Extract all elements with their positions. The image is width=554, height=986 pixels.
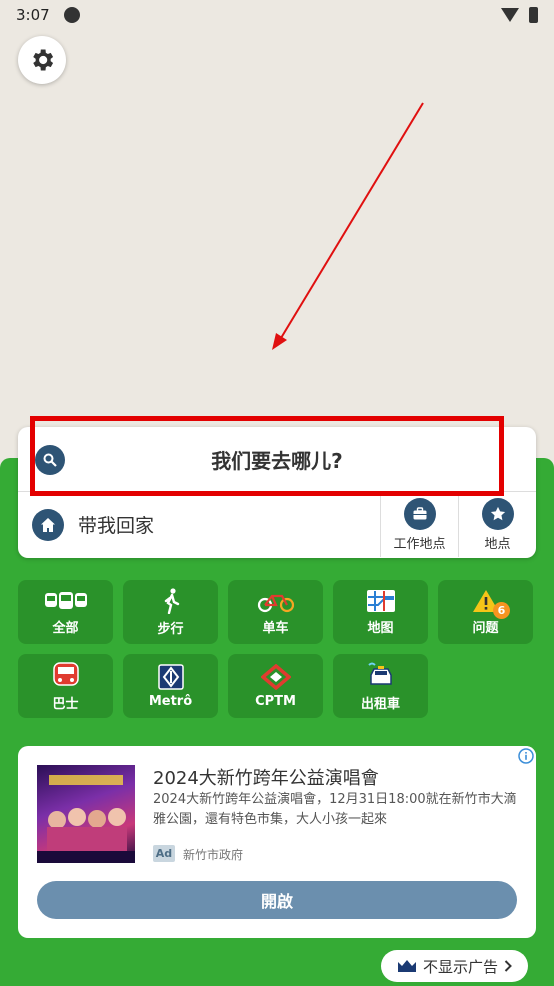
bus-icon (52, 661, 79, 686)
places-shortcut-button[interactable]: 地点 (458, 492, 536, 557)
mode-taxi-label: 出租車 (360, 696, 400, 712)
metro-icon (157, 663, 184, 690)
crown-icon (397, 960, 416, 972)
mode-metro-label: Metrô (148, 693, 193, 709)
ad-body: 2024大新竹跨年公益演唱會，12月31日18:00就在新竹市大滴雅公園，還有特… (153, 792, 517, 827)
mode-taxi[interactable]: 出租車 (333, 654, 428, 718)
walk-icon (164, 587, 179, 614)
taxi-icon (367, 662, 392, 685)
mode-walk[interactable]: 步行 (123, 580, 218, 644)
chevron-right-icon (504, 960, 512, 972)
ad-card[interactable]: 2024大新竹跨年公益演唱會 2024大新竹跨年公益演唱會，12月31日18:0… (18, 746, 536, 938)
ad-advertiser: 新竹市政府 (183, 848, 244, 862)
highlight-box (30, 416, 504, 496)
briefcase-icon (403, 497, 436, 530)
issues-count-badge: 6 (493, 602, 510, 619)
map-icon (366, 589, 395, 612)
work-shortcut-button[interactable]: 工作地点 (380, 492, 458, 557)
mode-cptm[interactable]: CPTM (228, 654, 323, 718)
mode-all[interactable]: 全部 (18, 580, 113, 644)
mode-bike-label: 单车 (262, 620, 289, 636)
ad-info-icon[interactable] (516, 746, 536, 766)
transit-all-icon (44, 591, 87, 609)
mode-metro[interactable]: Metrô (123, 654, 218, 718)
home-label: 带我回家 (78, 515, 155, 537)
mode-map[interactable]: 地图 (333, 580, 428, 644)
mode-walk-label: 步行 (157, 621, 184, 637)
annotation-arrow (272, 102, 424, 350)
bike-icon (257, 594, 294, 612)
mode-map-label: 地图 (367, 620, 394, 636)
home-icon (32, 508, 64, 541)
ad-title: 2024大新竹跨年公益演唱會 (153, 768, 379, 789)
places-shortcut-label: 地点 (484, 536, 511, 552)
mode-bike[interactable]: 单车 (228, 580, 323, 644)
mode-issues[interactable]: 6 问题 (438, 580, 533, 644)
take-me-home-button[interactable]: 带我回家 (18, 492, 380, 557)
mode-issues-label: 问题 (472, 620, 499, 636)
work-shortcut-label: 工作地点 (393, 536, 446, 552)
remove-ads-button[interactable]: 不显示广告 (381, 950, 528, 982)
ad-image[interactable] (37, 765, 135, 863)
mode-bus[interactable]: 巴士 (18, 654, 113, 718)
ad-open-button[interactable]: 開啟 (37, 881, 517, 919)
mode-bus-label: 巴士 (52, 696, 79, 712)
ad-label-badge: Ad (153, 845, 175, 862)
remove-ads-label: 不显示广告 (422, 957, 498, 976)
star-icon (481, 497, 514, 530)
cptm-icon (260, 663, 291, 690)
mode-all-label: 全部 (52, 620, 79, 636)
mode-cptm-label: CPTM (255, 693, 296, 709)
